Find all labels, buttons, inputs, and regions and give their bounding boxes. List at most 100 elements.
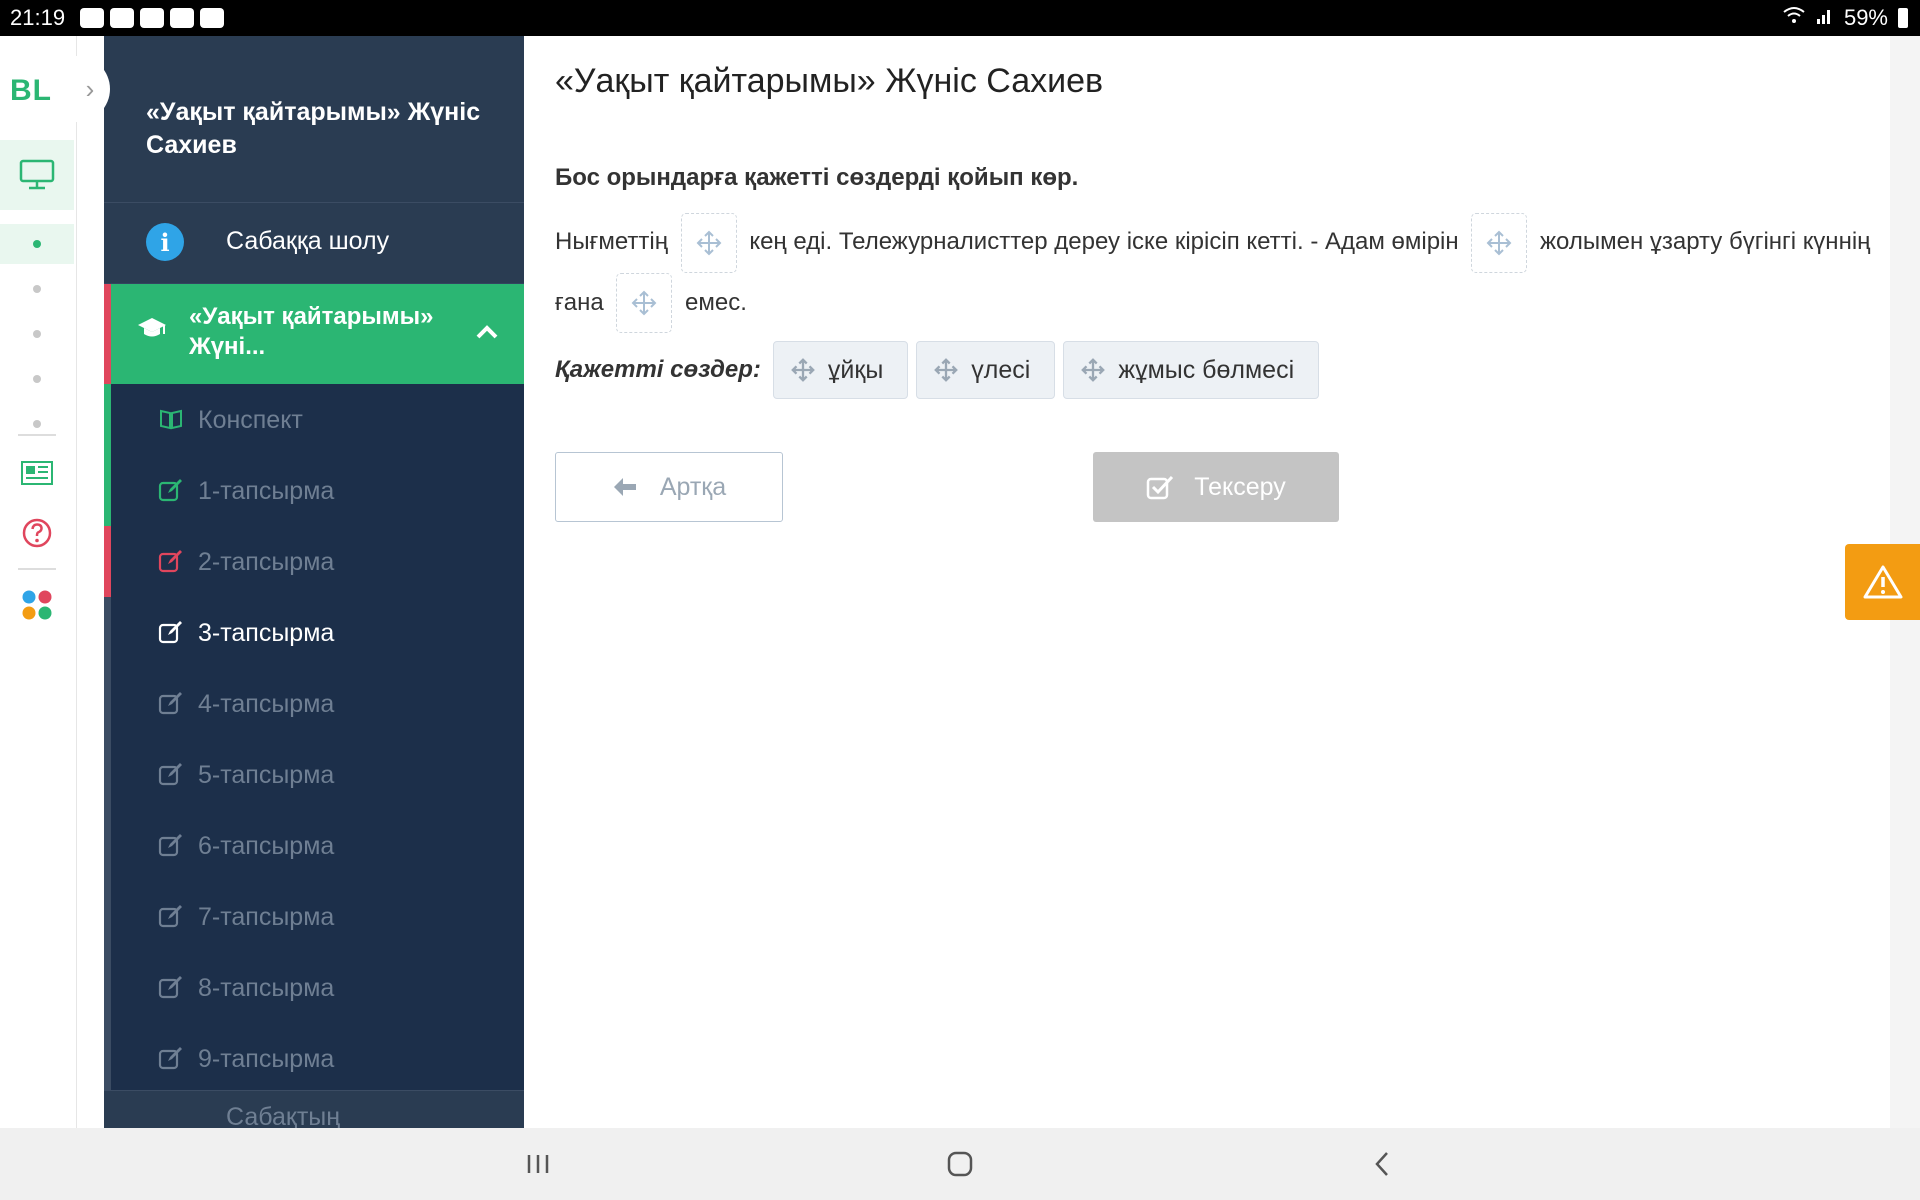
status-right: 59%: [1782, 5, 1908, 31]
left-rail: BL ›: [0, 36, 110, 1128]
warning-icon: [1863, 565, 1903, 599]
word-bank-label: Қажетті сөздер:: [555, 356, 761, 383]
rail-dot-1[interactable]: [0, 224, 74, 264]
status-bar-indicator: [104, 1023, 111, 1094]
youtube-icon: [200, 8, 224, 28]
youtube-icon: [140, 8, 164, 28]
sidebar-item-label: 8-тапсырма: [198, 974, 335, 1002]
report-issue-button[interactable]: [1845, 544, 1920, 620]
sidebar-item-label: 1-тапсырма: [198, 477, 335, 505]
sidebar-item-task[interactable]: 9-тапсырма: [104, 1023, 524, 1094]
word-chip[interactable]: үлесі: [916, 341, 1056, 399]
rail-dot-2[interactable]: [0, 269, 74, 309]
info-icon: i: [146, 223, 184, 261]
sidebar-item-label: Сабаққа шолу: [226, 227, 390, 255]
sidebar-item-task[interactable]: 4-тапсырма: [104, 668, 524, 739]
check-button-label: Тексеру: [1194, 472, 1286, 501]
android-nav-bar: [0, 1128, 1920, 1200]
drop-slot-1[interactable]: [680, 212, 737, 273]
rail-dot-3[interactable]: [0, 314, 74, 354]
sidebar-item-notes[interactable]: Конспект: [104, 384, 524, 455]
move-icon: [1081, 358, 1106, 382]
apps-dots-icon: [22, 590, 52, 620]
sidebar-task-list: Конспект 1-тапсырма 2-тапсырма 3-тапсырма 4-…: [104, 384, 524, 1094]
fill-in-sentence: Нығметтің кең еді. Тележурналисттер дере…: [555, 212, 1895, 334]
sidebar-item-task[interactable]: 1-тапсырма: [104, 455, 524, 526]
word-chip-label: жұмыс бөлмесі: [1118, 355, 1295, 384]
chevron-left-icon: [1375, 1152, 1388, 1176]
help-icon: [22, 518, 52, 548]
sidebar-item-task[interactable]: 2-тапсырма: [104, 526, 524, 597]
rail-divider: [18, 434, 56, 436]
word-chip[interactable]: ұйқы: [772, 341, 909, 399]
sidebar-section-active[interactable]: «Уақыт қайтарымы» Жүні...: [104, 284, 524, 384]
sidebar-item-overview[interactable]: i Сабаққа шолу: [104, 203, 524, 284]
wifi-icon: [1782, 5, 1806, 31]
status-time: 21:19: [10, 5, 66, 30]
sidebar-item-label: 9-тапсырма: [198, 1045, 335, 1073]
sidebar-item-task[interactable]: 5-тапсырма: [104, 739, 524, 810]
move-icon: [934, 358, 959, 382]
book-icon: [160, 409, 182, 430]
sidebar-item-task[interactable]: 8-тапсырма: [104, 952, 524, 1023]
status-bar-indicator: [104, 455, 111, 526]
arrow-left-icon: [613, 478, 636, 496]
signal-icon: [1816, 5, 1834, 31]
sidebar-item-task[interactable]: 3-тапсырма: [104, 597, 524, 668]
word-chip-label: үлесі: [971, 355, 1031, 384]
move-icon: [696, 230, 722, 256]
rail-dot-5[interactable]: [0, 404, 74, 444]
drop-slot-3[interactable]: [616, 273, 673, 334]
rail-help-button[interactable]: [18, 514, 56, 552]
back-button[interactable]: Артқа: [555, 452, 783, 522]
status-bar-indicator: [104, 739, 111, 810]
edit-icon: [158, 834, 182, 857]
check-button[interactable]: Тексеру: [1093, 452, 1339, 522]
edit-icon: [158, 692, 182, 715]
home-icon: [947, 1151, 973, 1177]
chevron-right-icon: ›: [85, 73, 95, 104]
word-bank: Қажетті сөздер: ұйқы үлесі жұмыс бөлмесі: [555, 341, 1320, 399]
sidebar-item-label: 7-тапсырма: [198, 903, 335, 931]
sentence-part: Нығметтің: [555, 228, 668, 255]
move-icon: [791, 358, 815, 382]
edit-icon: [158, 976, 182, 999]
edit-icon: [158, 905, 182, 928]
sidebar-lesson-title: «Уақыт қайтарымы» Жүніс Сахиев: [146, 98, 481, 159]
edit-icon: [158, 763, 182, 786]
sidebar-item-label: 5-тапсырма: [198, 761, 335, 789]
monitor-icon: [19, 159, 55, 190]
status-bar-indicator: [104, 881, 111, 952]
check-square-icon: [1146, 475, 1174, 500]
sidebar-item-label: 6-тапсырма: [198, 832, 335, 860]
edit-icon: [158, 1047, 182, 1070]
youtube-icon: [110, 8, 134, 28]
sidebar-header: «Уақыт қайтарымы» Жүніс Сахиев: [104, 36, 524, 203]
sidebar-item-label: Сабақтың: [226, 1103, 341, 1128]
newspaper-icon: [21, 461, 53, 485]
sidebar-item-task[interactable]: 7-тапсырма: [104, 881, 524, 952]
status-bar-indicator: [104, 384, 111, 455]
back-button-label: Артқа: [659, 472, 727, 501]
sidebar-item-label: 4-тапсырма: [198, 690, 335, 718]
word-chip-label: ұйқы: [827, 355, 884, 384]
sidebar-item-task[interactable]: 6-тапсырма: [104, 810, 524, 881]
back-nav-button[interactable]: [1352, 1144, 1412, 1184]
graduation-cap-icon: [138, 318, 166, 337]
recent-apps-icon: [527, 1155, 549, 1173]
main-content: «Уақыт қайтарымы» Жүніс Сахиев Бос орынд…: [524, 36, 1890, 1128]
rail-apps-button[interactable]: [18, 586, 56, 624]
drop-slot-2[interactable]: [1471, 212, 1528, 273]
sentence-part: емес.: [685, 288, 747, 316]
youtube-icon: [170, 8, 194, 28]
sidebar-item-footer[interactable]: Сабақтың: [104, 1090, 524, 1128]
status-bar: 21:19 59%: [0, 0, 1920, 36]
rail-monitor-button[interactable]: [0, 140, 74, 210]
rail-news-button[interactable]: [18, 454, 56, 492]
rail-dot-4[interactable]: [0, 359, 74, 399]
recent-apps-button[interactable]: [508, 1144, 568, 1184]
chevron-up-icon[interactable]: [476, 318, 498, 346]
edit-icon: [158, 550, 182, 573]
home-button[interactable]: [930, 1144, 990, 1184]
word-chip[interactable]: жұмыс бөлмесі: [1063, 341, 1320, 399]
